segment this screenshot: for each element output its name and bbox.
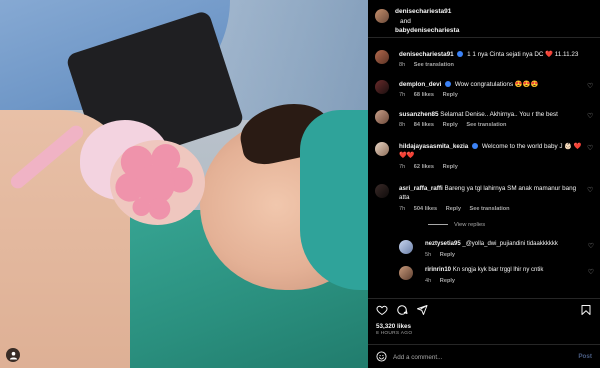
comment-list: denisechariesta91 1 1 nya Cinta sejati n… [368,44,600,294]
avatar[interactable] [375,50,389,64]
post-button[interactable]: Post [578,353,592,360]
likes-count[interactable]: 53,320 likes [376,323,411,330]
comment-username[interactable]: demplon_devi [399,81,441,88]
reply-button[interactable]: Reply [443,122,458,128]
post-photo[interactable] [0,0,368,368]
verified-icon [457,51,464,57]
avatar[interactable] [375,110,389,124]
heart-icon[interactable]: ♡ [587,144,594,152]
avatar[interactable] [375,184,389,198]
reply-button[interactable]: Reply [440,278,455,284]
bookmark-icon[interactable] [580,304,592,316]
comment-input[interactable] [393,350,553,364]
see-translation-button[interactable]: See translation [414,62,454,68]
heart-sticker-icon [115,144,193,220]
avatar[interactable] [375,80,389,94]
reply-button[interactable]: Reply [446,206,461,212]
heart-icon[interactable]: ♡ [587,112,594,120]
heart-icon[interactable] [376,304,388,316]
user-tag-icon[interactable] [6,348,20,362]
reply-button[interactable]: Reply [443,92,458,98]
post-viewer: denisechariesta91 and babydenisechariest… [0,0,600,368]
comment-time: 7h [399,164,406,170]
reply-button[interactable]: Reply [440,252,455,258]
add-comment-bar: Post [368,344,600,368]
comment-time: 8h [399,122,406,128]
comment-likes[interactable]: 62 likes [414,164,434,170]
comments-panel: denisechariesta91 and babydenisechariest… [368,0,600,368]
comment-username[interactable]: denisechariesta91 [399,51,454,58]
author-username[interactable]: denisechariesta91 [395,8,451,15]
post-time: 8 HOURS AGO [376,331,413,336]
post-header: denisechariesta91 and babydenisechariest… [368,0,600,38]
verified-icon [472,143,479,149]
reply-username[interactable]: neztysetia95 [425,241,461,247]
avatar[interactable] [399,266,413,280]
reply-text: _@yolla_dwi_pujiandini tidaakkkkkk [462,241,558,247]
see-translation-button[interactable]: See translation [470,206,510,212]
reply-time: 5h [425,252,432,258]
view-replies-button[interactable]: View replies [428,222,485,228]
comment-username[interactable]: asri_raffa_raffi [399,185,443,192]
verified-icon [445,81,452,87]
reply-username[interactable]: ririnrin10 [425,267,451,273]
header-and: and [400,18,411,25]
avatar[interactable] [375,9,389,23]
action-bar [368,298,600,318]
comment-time: 7h [399,206,406,212]
emoji-icon[interactable] [376,351,387,362]
comment-username[interactable]: susanzhen85 [399,111,439,118]
comment-likes[interactable]: 68 likes [414,92,434,98]
see-translation-button[interactable]: See translation [466,122,506,128]
comment-likes[interactable]: 84 likes [414,122,434,128]
avatar[interactable] [375,142,389,156]
person-icon [9,351,17,360]
reply-text: Kn sngja kyk biar trggl lhir ny cntik [452,267,544,273]
comment-icon[interactable] [396,304,408,316]
heart-icon[interactable]: ♡ [587,82,594,90]
comment-text: Wow congratulations 😍😍😍 [454,81,539,88]
share-icon[interactable] [416,304,428,316]
comment-likes[interactable]: 504 likes [414,206,437,212]
heart-icon[interactable]: ♡ [587,186,594,194]
photo-cap [300,110,368,290]
comment-text: Selamat Denise.. Akhirnya.. You r the be… [440,111,558,118]
comment-username[interactable]: hildajayasasmita_kezia [399,143,468,150]
reply-time: 4h [425,278,432,284]
reply-button[interactable]: Reply [443,164,458,170]
comment-text: 1 1 nya Cinta sejati nya DC ❤️ 11.11.23 [467,51,579,58]
coauthor-username[interactable]: babydenisechariesta [395,27,459,34]
avatar[interactable] [399,240,413,254]
comment-time: 8h [399,62,406,68]
heart-icon[interactable]: ♡ [588,242,594,250]
heart-icon[interactable]: ♡ [588,268,594,276]
comment-time: 7h [399,92,406,98]
